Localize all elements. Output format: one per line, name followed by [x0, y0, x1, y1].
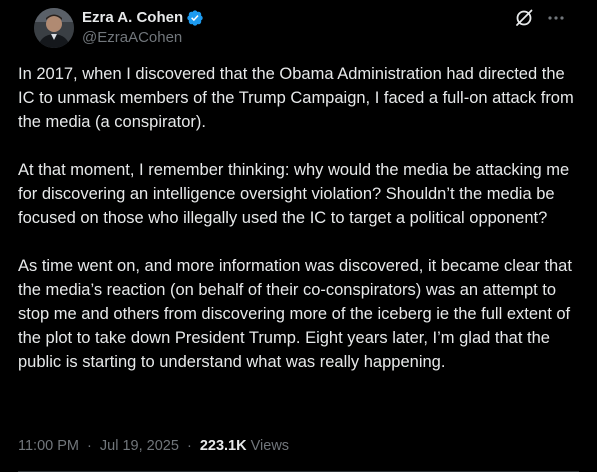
meta-separator: · — [186, 438, 192, 454]
more-horizontal-icon[interactable] — [546, 8, 566, 28]
post-text: In 2017, when I discovered that the Obam… — [18, 62, 578, 374]
post-date[interactable]: Jul 19, 2025 — [100, 438, 179, 454]
post-time[interactable]: 11:00 PM — [18, 438, 79, 454]
meta-separator: · — [87, 438, 92, 454]
post-paragraph-2: At that moment, I remember thinking: why… — [18, 161, 570, 227]
header-actions — [514, 8, 566, 28]
avatar-image — [34, 8, 74, 48]
post-header: Ezra A. Cohen @EzraACohen — [17, 0, 580, 56]
post-paragraph-3: As time went on, and more information wa… — [18, 257, 572, 371]
post-card: Ezra A. Cohen @EzraACohen In 2017, when … — [0, 0, 597, 472]
author-name-row: Ezra A. Cohen — [82, 8, 204, 28]
post-paragraph-1: In 2017, when I discovered that the Obam… — [18, 65, 574, 131]
views-count[interactable]: 223.1K — [200, 438, 247, 454]
avatar[interactable] — [34, 8, 74, 48]
author-display-name[interactable]: Ezra A. Cohen — [82, 8, 183, 28]
grok-slash-icon[interactable] — [514, 8, 534, 28]
views-label: Views — [250, 438, 290, 454]
author-handle[interactable]: @EzraACohen — [82, 28, 204, 48]
author-info: Ezra A. Cohen @EzraACohen — [82, 8, 204, 48]
verified-badge-icon[interactable] — [186, 9, 204, 27]
post-meta: 11:00 PM · Jul 19, 2025 · 223.1K Views — [18, 438, 289, 454]
